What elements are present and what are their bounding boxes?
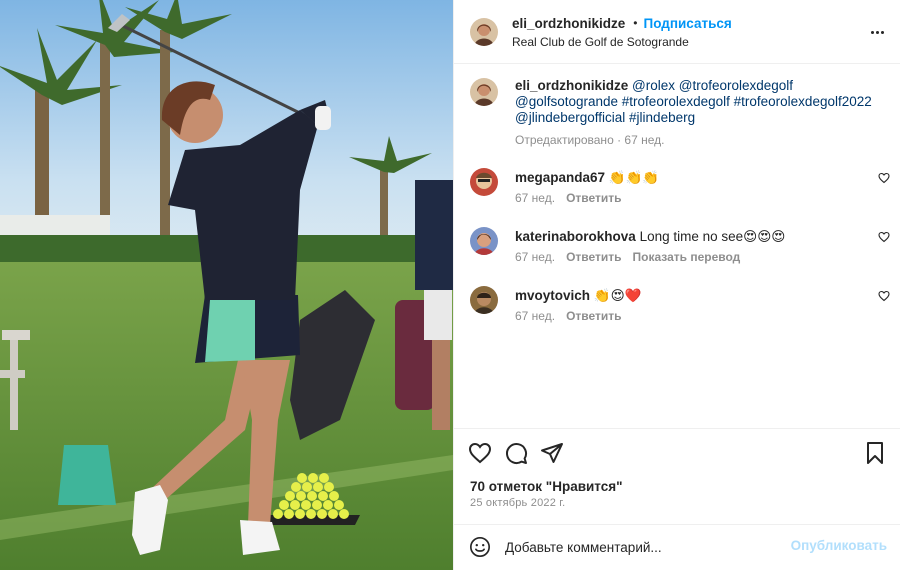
commenter-avatar[interactable]: [470, 168, 498, 196]
post-caption: eli_ordzhonikidze @rolex @trofeorolexdeg…: [470, 78, 890, 147]
golfer-photo-illustration: [0, 0, 453, 570]
heart-icon[interactable]: [468, 441, 492, 465]
publish-button[interactable]: Опубликовать: [791, 538, 887, 553]
caption-tag[interactable]: #trofeorolexdegolf2022: [734, 94, 872, 109]
reply-button[interactable]: Ответить: [566, 250, 621, 264]
caption-age[interactable]: 67 нед.: [624, 133, 664, 147]
commenter-avatar[interactable]: [470, 286, 498, 314]
post-date[interactable]: 25 октябрь 2022 г.: [470, 497, 565, 509]
instagram-post-dialog: eli_ordzhonikidze • Подписаться Real Clu…: [0, 0, 900, 570]
bookmark-icon[interactable]: [863, 441, 887, 465]
comment-icon[interactable]: [504, 441, 528, 465]
caption-tag[interactable]: @jlindebergofficial: [515, 110, 625, 125]
emoji-icon[interactable]: [469, 536, 491, 558]
share-icon[interactable]: [540, 441, 564, 465]
post-side-panel: eli_ordzhonikidze • Подписаться Real Clu…: [453, 0, 900, 570]
reply-button[interactable]: Ответить: [566, 309, 621, 323]
show-translation-button[interactable]: Показать перевод: [633, 250, 741, 264]
caption-text: eli_ordzhonikidze @rolex @trofeorolexdeg…: [515, 78, 875, 126]
author-username[interactable]: eli_ordzhonikidze: [512, 16, 625, 31]
comment-like-heart-icon[interactable]: [878, 172, 890, 184]
more-options-icon[interactable]: [867, 22, 887, 42]
commenter-avatar[interactable]: [470, 227, 498, 255]
comment-text: 👏😍❤️: [593, 288, 642, 303]
post-photo[interactable]: [0, 0, 453, 570]
caption-meta: Отредактировано · 67 нед.: [515, 133, 665, 147]
location-link[interactable]: Real Club de Golf de Sotogrande: [512, 35, 732, 49]
comments-list[interactable]: eli_ordzhonikidze @rolex @trofeorolexdeg…: [454, 64, 900, 428]
comment-text: Long time no see😍😍😍: [639, 229, 786, 244]
comment-username[interactable]: mvoytovich: [515, 288, 590, 303]
post-header: eli_ordzhonikidze • Подписаться Real Clu…: [454, 0, 900, 64]
comment-item: megapanda67 👏👏👏 67 нед. Ответить: [470, 168, 890, 208]
caption-tag[interactable]: #trofeorolexdegolf: [622, 94, 730, 109]
comment-age[interactable]: 67 нед.: [515, 191, 555, 205]
comment-age[interactable]: 67 нед.: [515, 309, 555, 323]
follow-button[interactable]: Подписаться: [643, 16, 731, 31]
comment-item: katerinaborokhova Long time no see😍😍😍 67…: [470, 227, 890, 267]
comment-input[interactable]: [505, 537, 785, 557]
caption-tag[interactable]: @trofeorolexdegolf: [679, 78, 793, 93]
comment-like-heart-icon[interactable]: [878, 290, 890, 302]
edited-label: Отредактировано: [515, 133, 614, 147]
separator-dot: •: [633, 16, 638, 30]
post-actions: 70 отметок "Нравится" 25 октябрь 2022 г.: [454, 428, 900, 524]
caption-tag[interactable]: #jlindeberg: [629, 110, 695, 125]
comment-like-heart-icon[interactable]: [878, 231, 890, 243]
comment-username[interactable]: megapanda67: [515, 170, 605, 185]
comment-age[interactable]: 67 нед.: [515, 250, 555, 264]
add-comment-bar: Опубликовать: [454, 524, 900, 570]
caption-author-avatar[interactable]: [470, 78, 498, 106]
caption-username[interactable]: eli_ordzhonikidze: [515, 78, 628, 93]
comment-item: mvoytovich 👏😍❤️ 67 нед. Ответить: [470, 286, 890, 326]
caption-tag[interactable]: @golfsotogrande: [515, 94, 618, 109]
comment-username[interactable]: katerinaborokhova: [515, 229, 636, 244]
author-avatar[interactable]: [470, 17, 498, 46]
likes-count[interactable]: 70 отметок "Нравится": [470, 479, 623, 494]
reply-button[interactable]: Ответить: [566, 191, 621, 205]
action-icons: [468, 441, 888, 467]
caption-tag[interactable]: @rolex: [632, 78, 675, 93]
comment-text: 👏👏👏: [608, 170, 660, 185]
